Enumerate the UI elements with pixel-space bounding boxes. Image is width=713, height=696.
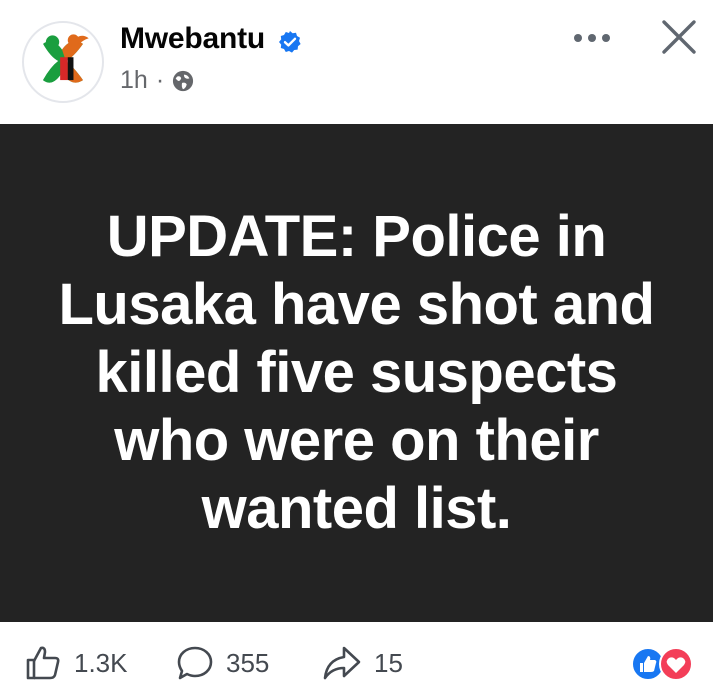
meta-separator: ·	[155, 66, 165, 94]
verified-badge-icon	[279, 31, 301, 53]
mwebantu-logo	[43, 34, 89, 83]
comment-icon	[177, 646, 213, 680]
comment-count: 355	[226, 647, 270, 678]
share-count: 15	[374, 647, 403, 678]
post-image[interactable]: UPDATE: Police in Lusaka have shot and k…	[0, 124, 713, 622]
reaction-icons[interactable]	[630, 646, 696, 682]
post-time[interactable]: 1h	[120, 66, 148, 95]
more-options-button[interactable]	[568, 20, 616, 56]
close-icon	[662, 20, 696, 54]
post-header: Mwebantu 1h ·	[0, 0, 713, 124]
post-image-text: UPDATE: Police in Lusaka have shot and k…	[58, 204, 655, 541]
globe-icon[interactable]	[172, 70, 194, 92]
more-dots-icon	[574, 34, 610, 42]
like-count: 1.3K	[74, 647, 128, 678]
page-avatar[interactable]	[22, 21, 104, 103]
like-button[interactable]: 1.3K	[24, 644, 128, 682]
thumbs-up-icon	[26, 646, 60, 680]
share-button[interactable]: 15	[322, 644, 403, 682]
close-button[interactable]	[654, 12, 704, 62]
comment-button[interactable]: 355	[176, 644, 269, 682]
love-reaction-icon	[659, 647, 693, 681]
share-icon	[323, 646, 361, 680]
post-meta: 1h ·	[120, 66, 194, 95]
page-name[interactable]: Mwebantu	[120, 22, 265, 56]
post-actions-bar: 1.3K 355 15	[0, 622, 713, 696]
